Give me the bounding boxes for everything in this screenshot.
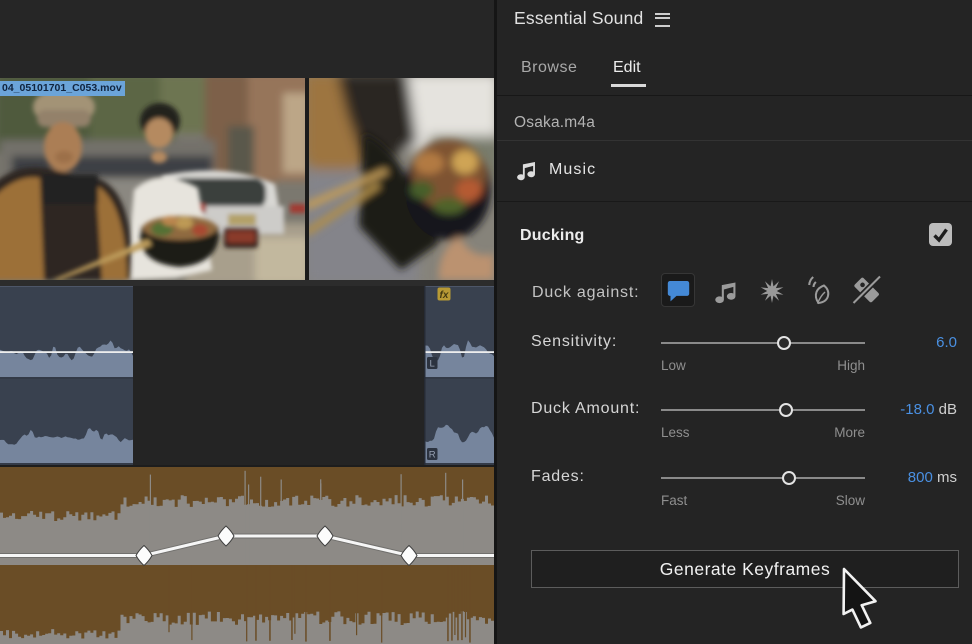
svg-text:L: L — [430, 359, 435, 370]
svg-text:fx: fx — [440, 290, 449, 301]
svg-text:R: R — [429, 450, 436, 461]
